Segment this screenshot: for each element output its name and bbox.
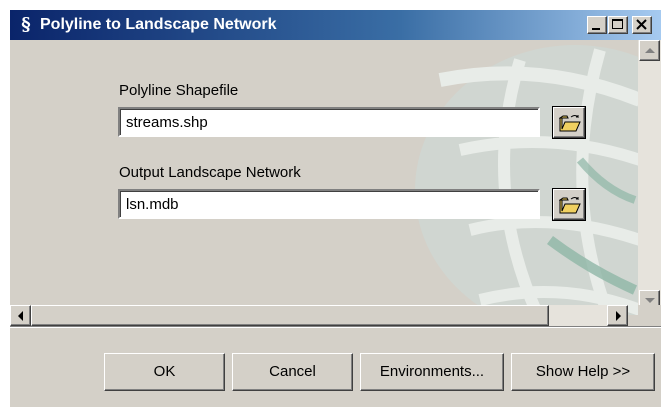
arcgis-s-icon: § [21,14,31,35]
ok-button[interactable]: OK [104,353,225,391]
horizontal-scrollbar[interactable] [10,305,628,326]
scroll-right-button[interactable] [607,305,628,326]
button-separator [10,326,661,328]
show-help-button[interactable]: Show Help >> [511,353,655,391]
scrollbar-corner [638,305,661,326]
minimize-button[interactable] [587,16,607,34]
vertical-scrollbar[interactable] [638,40,661,315]
minimize-icon [592,28,600,30]
title-bar[interactable]: § Polyline to Landscape Network [10,10,661,40]
polyline-browse-button[interactable] [553,107,585,138]
close-icon [636,19,647,30]
open-folder-icon [559,115,581,132]
arrow-up-icon [645,48,655,53]
polyline-shapefile-label: Polyline Shapefile [119,82,239,99]
polyline-shapefile-input[interactable] [118,107,540,137]
output-network-input[interactable] [118,189,540,219]
scroll-up-button[interactable] [639,40,660,61]
globe-watermark-icon [415,45,638,315]
scroll-left-button[interactable] [10,305,31,326]
arrow-right-icon [616,311,621,321]
form-panel [10,40,638,315]
output-browse-button[interactable] [553,189,585,220]
environments-button[interactable]: Environments... [360,353,504,391]
close-button[interactable] [632,16,652,34]
arrow-left-icon [18,311,23,321]
maximize-icon [612,19,623,29]
open-folder-icon [559,197,581,214]
output-network-label: Output Landscape Network [119,164,301,181]
window-title: Polyline to Landscape Network [40,16,277,33]
horizontal-scroll-track[interactable] [31,305,607,326]
horizontal-scroll-thumb[interactable] [31,305,549,326]
cancel-button[interactable]: Cancel [232,353,353,391]
maximize-button[interactable] [608,16,628,34]
